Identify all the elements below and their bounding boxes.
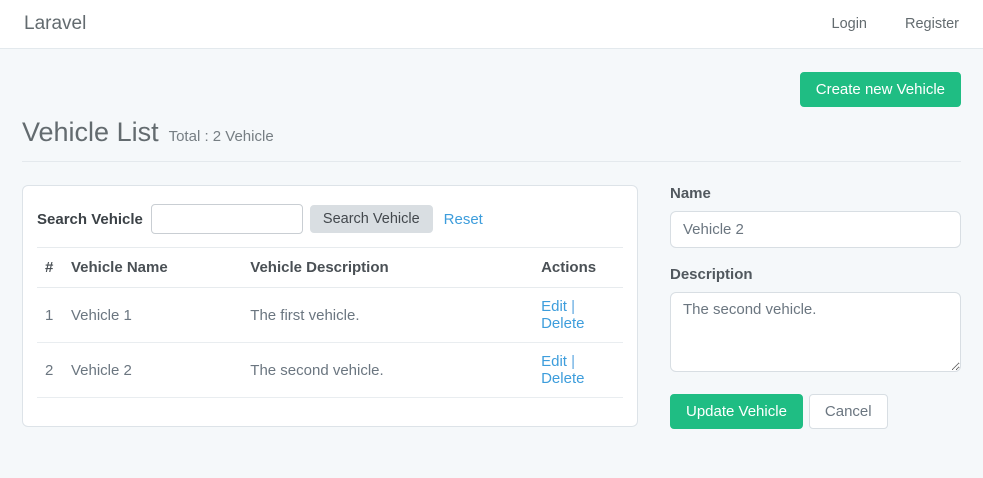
row-num: 1	[37, 288, 63, 343]
vehicle-table: # Vehicle Name Vehicle Description Actio…	[37, 247, 623, 398]
vehicle-list-card: Search Vehicle Search Vehicle Reset # Ve…	[22, 185, 638, 427]
row-actions: Edit | Delete	[533, 343, 623, 398]
name-label: Name	[670, 185, 961, 202]
header-actions: Actions	[533, 248, 623, 288]
cancel-button[interactable]: Cancel	[809, 394, 888, 429]
login-link[interactable]: Login	[832, 16, 867, 32]
create-vehicle-button[interactable]: Create new Vehicle	[800, 72, 961, 107]
navbar-links: Login Register	[794, 16, 959, 32]
header-vehicle-description: Vehicle Description	[242, 248, 533, 288]
search-button[interactable]: Search Vehicle	[310, 205, 433, 233]
vehicle-count-subtitle: Total : 2 Vehicle	[169, 128, 274, 145]
search-label: Search Vehicle	[37, 211, 143, 228]
search-form: Search Vehicle Search Vehicle Reset	[37, 198, 623, 247]
name-field[interactable]	[670, 211, 961, 248]
content-columns: Search Vehicle Search Vehicle Reset # Ve…	[22, 185, 961, 429]
page-title: Vehicle List	[22, 117, 159, 148]
brand-logo[interactable]: Laravel	[24, 13, 86, 35]
update-vehicle-button[interactable]: Update Vehicle	[670, 394, 803, 429]
edit-link[interactable]: Edit	[541, 298, 567, 315]
reset-link[interactable]: Reset	[444, 211, 483, 228]
row-vehicle-name: Vehicle 1	[63, 288, 242, 343]
action-separator: |	[571, 298, 575, 315]
form-buttons-row: Update Vehicle Cancel	[670, 394, 961, 429]
name-field-group: Name	[670, 185, 961, 248]
delete-link[interactable]: Delete	[541, 370, 584, 387]
table-header-row: # Vehicle Name Vehicle Description Actio…	[37, 248, 623, 288]
row-actions: Edit | Delete	[533, 288, 623, 343]
page-container: Create new Vehicle Vehicle List Total : …	[0, 72, 983, 429]
description-label: Description	[670, 266, 961, 283]
description-field[interactable]: The second vehicle.	[670, 292, 961, 372]
top-actions-row: Create new Vehicle	[22, 72, 961, 107]
navbar: Laravel Login Register	[0, 0, 983, 49]
row-vehicle-name: Vehicle 2	[63, 343, 242, 398]
action-separator: |	[571, 353, 575, 370]
table-row: 2 Vehicle 2 The second vehicle. Edit | D…	[37, 343, 623, 398]
table-row: 1 Vehicle 1 The first vehicle. Edit | De…	[37, 288, 623, 343]
search-input[interactable]	[151, 204, 303, 234]
row-num: 2	[37, 343, 63, 398]
header-vehicle-name: Vehicle Name	[63, 248, 242, 288]
row-vehicle-description: The second vehicle.	[242, 343, 533, 398]
header-num: #	[37, 248, 63, 288]
row-vehicle-description: The first vehicle.	[242, 288, 533, 343]
description-field-group: Description The second vehicle.	[670, 266, 961, 376]
vehicle-edit-form: Name Description The second vehicle. Upd…	[670, 185, 961, 429]
heading-divider	[22, 161, 961, 162]
delete-link[interactable]: Delete	[541, 315, 584, 332]
register-link[interactable]: Register	[905, 16, 959, 32]
page-heading: Vehicle List Total : 2 Vehicle	[22, 117, 961, 148]
edit-link[interactable]: Edit	[541, 353, 567, 370]
